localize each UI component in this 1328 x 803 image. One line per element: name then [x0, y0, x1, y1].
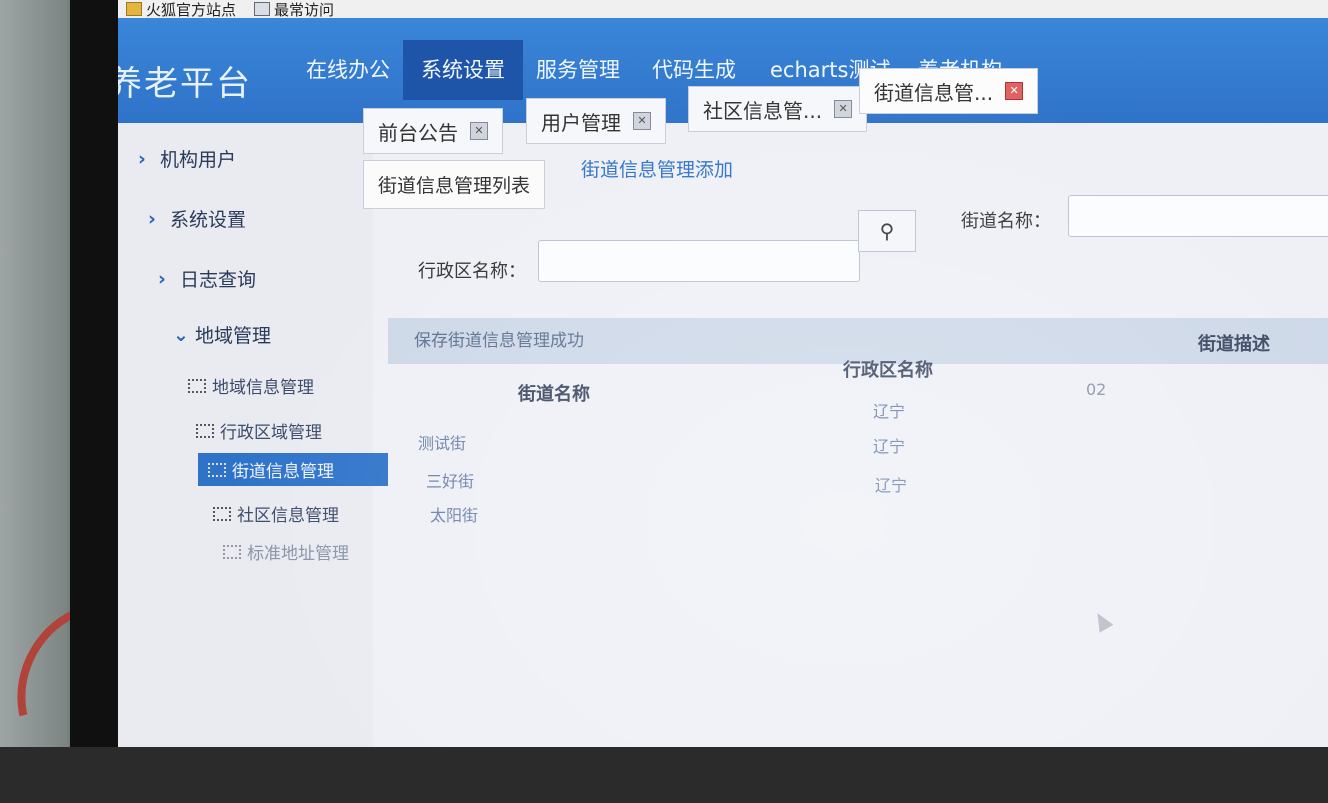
sidebar-group-label: 系统设置 [170, 209, 247, 231]
folder-icon [126, 2, 142, 16]
sidebar-item-district[interactable]: 行政区域管理 [196, 418, 322, 443]
bookmark-label: 火狐官方站点 [146, 0, 237, 19]
sidebar-group-region-management[interactable]: ⌄ 地域管理 [173, 321, 271, 348]
tab-label: 社区信息管... [703, 98, 823, 123]
search-button[interactable]: ⚲ [858, 210, 916, 252]
close-icon[interactable]: ✕ [834, 100, 853, 118]
sidebar-item-street[interactable]: 街道信息管理 [198, 453, 388, 486]
street-name-input[interactable] [1068, 195, 1328, 237]
table-cell-street[interactable]: 测试街 [418, 430, 466, 454]
search-icon: ⚲ [879, 219, 895, 243]
district-name-input[interactable] [538, 240, 860, 282]
street-table: 街道名称 行政区名称 街道描述 辽宁 02 测试街 辽宁 三好街 辽宁 太阳街 [388, 330, 1328, 630]
table-cell-district: 辽宁 [873, 402, 906, 421]
chevron-right-icon: › [138, 147, 146, 170]
sidebar-item-label: 社区信息管理 [237, 506, 339, 526]
subtab-street-add[interactable]: 街道信息管理添加 [581, 155, 733, 182]
close-icon[interactable]: ✕ [1005, 82, 1024, 100]
sidebar-group-label: 机构用户 [160, 149, 237, 171]
bookmark-most-visited[interactable]: 最常访问 [254, 0, 334, 20]
grid-icon [188, 378, 206, 393]
table-cell-district: 辽宁 [875, 476, 908, 495]
tab-user-management[interactable]: 用户管理 ✕ [526, 98, 666, 144]
tab-street-info[interactable]: 街道信息管... ✕ [859, 68, 1039, 114]
search-form: 行政区名称： ⚲ 街道名称： [363, 195, 1328, 285]
tab-front-notice[interactable]: 前台公告 ✕ [363, 108, 503, 154]
bookmark-label: 最常访问 [274, 0, 335, 19]
close-icon[interactable]: ✕ [633, 112, 651, 130]
table-cell-street[interactable]: 太阳街 [430, 502, 478, 526]
close-icon[interactable]: ✕ [470, 122, 488, 140]
table-header-street[interactable]: 街道名称 [518, 380, 590, 406]
sidebar-item-label: 地域信息管理 [212, 378, 314, 398]
bookmark-official-site[interactable]: 火狐官方站点 [126, 0, 236, 20]
tab-label: 前台公告 [378, 120, 458, 145]
page-tabs: 前台公告 ✕ 用户管理 ✕ 社区信息管... ✕ 街道信息管... ✕ [363, 68, 1328, 154]
sidebar-group-org-users[interactable]: › 机构用户 [138, 145, 236, 172]
tab-label: 用户管理 [541, 110, 621, 135]
sidebar-group-label: 日志查询 [180, 269, 257, 291]
table-cell-district: 辽宁 [873, 437, 906, 456]
sidebar-item-standard-address[interactable]: 标准地址管理 [223, 539, 349, 564]
page-icon [254, 2, 271, 16]
sub-tabs: 街道信息管理列表 街道信息管理添加 [363, 150, 1328, 209]
street-name-label: 街道名称： [961, 211, 1051, 232]
bookmarks-bar: 火狐官方站点 最常访问 [118, 0, 1328, 20]
sidebar: › 机构用户 › 系统设置 › 日志查询 ⌄ 地域管理 地域信息管理 行政区域管… [118, 123, 388, 747]
table-header-district[interactable]: 行政区名称 [843, 356, 933, 382]
sidebar-group-system-settings[interactable]: › 系统设置 [148, 205, 246, 232]
grid-icon [213, 506, 231, 521]
district-name-label: 行政区名称： [418, 261, 526, 282]
grid-icon [208, 462, 226, 477]
table-cell-description: 02 [1086, 380, 1107, 399]
sidebar-group-label: 地域管理 [195, 325, 272, 347]
sidebar-item-label: 标准地址管理 [247, 544, 349, 564]
brand-title: 养老平台 [118, 64, 252, 104]
tab-label: 街道信息管... [874, 80, 994, 105]
chevron-right-icon: › [148, 207, 156, 230]
sidebar-item-region-info[interactable]: 地域信息管理 [188, 373, 314, 398]
table-header-description[interactable]: 街道描述 [1198, 330, 1270, 356]
sidebar-item-community[interactable]: 社区信息管理 [213, 501, 339, 526]
sidebar-item-label: 行政区域管理 [220, 423, 322, 443]
browser-screen: 火狐官方站点 最常访问 养老平台 在线办公 系统设置 服务管理 代码生成 ech… [118, 0, 1328, 747]
sidebar-group-log-query[interactable]: › 日志查询 [158, 265, 256, 292]
tab-community-info[interactable]: 社区信息管... ✕ [688, 86, 868, 132]
chevron-right-icon: › [158, 267, 166, 290]
grid-icon [196, 423, 214, 438]
table-cell-street[interactable]: 三好街 [426, 468, 474, 492]
monitor-bezel [70, 0, 120, 747]
grid-icon [223, 544, 241, 559]
sidebar-item-label: 街道信息管理 [232, 462, 334, 482]
chevron-down-icon: ⌄ [173, 323, 189, 346]
